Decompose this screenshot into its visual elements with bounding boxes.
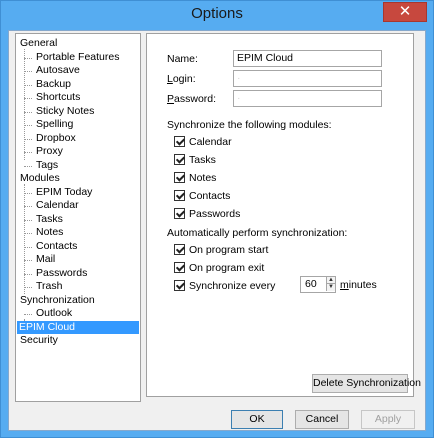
tree-item-backup[interactable]: Backup xyxy=(34,78,73,91)
tree-item-proxy[interactable]: Proxy xyxy=(34,145,65,158)
tree-item-tags[interactable]: Tags xyxy=(34,159,60,172)
tree-item-calendar[interactable]: Calendar xyxy=(34,199,81,212)
tree-item-synchronization[interactable]: Synchronization xyxy=(18,294,97,307)
ok-button[interactable]: OK xyxy=(231,410,283,429)
title-bar[interactable]: Options ✕ xyxy=(1,1,433,29)
tree-item-contacts[interactable]: Contacts xyxy=(34,240,79,253)
tree-branch-line xyxy=(24,287,32,288)
dialog-body: General Portable Features Autosave Backup Sh… xyxy=(8,30,426,431)
login-label: Login: xyxy=(167,73,196,85)
tree-branch-line xyxy=(24,84,32,86)
tree-item-outlook[interactable]: Outlook xyxy=(34,307,74,320)
cancel-button[interactable]: Cancel xyxy=(295,410,349,429)
checkbox-checked-icon xyxy=(174,172,185,183)
tree-item-passwords[interactable]: Passwords xyxy=(34,267,89,280)
tasks-checkbox[interactable]: Tasks xyxy=(174,154,216,167)
spin-up-button[interactable]: ▲ xyxy=(326,277,335,284)
tree-guide-line xyxy=(24,184,25,294)
tree-branch-line xyxy=(24,206,32,207)
modules-heading: Synchronize the following modules: xyxy=(167,119,332,131)
tree-item-epim-today[interactable]: EPIM Today xyxy=(34,186,94,199)
tree-branch-line xyxy=(24,219,32,221)
name-field[interactable]: EPIM Cloud xyxy=(233,50,382,67)
tree-item-epim-cloud[interactable]: EPIM Cloud xyxy=(17,320,139,334)
close-icon: ✕ xyxy=(398,3,412,20)
tree-branch-line xyxy=(24,125,32,126)
name-label: Name: xyxy=(167,53,198,65)
calendar-checkbox[interactable]: Calendar xyxy=(174,136,232,149)
arrow-down-icon: ▼ xyxy=(328,284,334,290)
login-field[interactable]: · xyxy=(233,70,382,87)
delete-synchronization-button[interactable]: Delete Synchronization xyxy=(312,374,421,393)
tree-guide-line xyxy=(24,49,25,160)
tree-branch-line xyxy=(24,98,32,99)
tree-branch-line xyxy=(24,273,32,275)
checkbox-checked-icon xyxy=(174,208,185,219)
checkbox-checked-icon xyxy=(174,280,185,291)
sync-on-start-checkbox[interactable]: On program start xyxy=(174,244,268,257)
checkbox-checked-icon xyxy=(174,262,185,273)
checkbox-checked-icon xyxy=(174,136,185,147)
tree-item-security[interactable]: Security xyxy=(18,334,60,347)
tree-item-dropbox[interactable]: Dropbox xyxy=(34,132,78,145)
apply-button[interactable]: Apply xyxy=(361,410,415,429)
close-button[interactable]: ✕ xyxy=(383,2,427,22)
tree-branch-line xyxy=(24,233,32,234)
tree-item-trash[interactable]: Trash xyxy=(34,280,64,293)
tree-branch-line xyxy=(24,192,32,194)
tree-branch-line xyxy=(24,111,32,113)
checkbox-checked-icon xyxy=(174,154,185,165)
tree-item-tasks[interactable]: Tasks xyxy=(34,213,65,226)
tree-branch-line xyxy=(24,260,32,261)
tree-item-sticky-notes[interactable]: Sticky Notes xyxy=(34,105,96,118)
sync-every-checkbox[interactable]: Synchronize every xyxy=(174,280,275,293)
tree-branch-line xyxy=(24,71,32,72)
auto-sync-heading: Automatically perform synchronization: xyxy=(167,227,348,239)
tree-item-mail[interactable]: Mail xyxy=(34,253,57,266)
tree-branch-line xyxy=(24,152,32,153)
window-title: Options xyxy=(191,5,243,22)
arrow-up-icon: ▲ xyxy=(328,277,334,283)
interval-stepper[interactable]: 60 ▲ ▼ xyxy=(300,276,336,293)
notes-checkbox[interactable]: Notes xyxy=(174,172,216,185)
tree-branch-line xyxy=(24,57,32,59)
tree-item-shortcuts[interactable]: Shortcuts xyxy=(34,91,82,104)
checkbox-checked-icon xyxy=(174,244,185,255)
spin-down-button[interactable]: ▼ xyxy=(326,284,335,291)
passwords-checkbox[interactable]: Passwords xyxy=(174,208,240,221)
tree-branch-line xyxy=(24,165,32,167)
tree-item-portable-features[interactable]: Portable Features xyxy=(34,51,121,64)
tree-item-autosave[interactable]: Autosave xyxy=(34,64,82,77)
password-label: Password: xyxy=(167,93,217,105)
tree-branch-line xyxy=(24,246,32,248)
checkbox-checked-icon xyxy=(174,190,185,201)
settings-panel: Name: EPIM Cloud Login: · Password: · Sy… xyxy=(146,33,421,397)
interval-value: 60 xyxy=(305,278,317,290)
password-field[interactable]: · xyxy=(233,90,382,107)
sync-on-exit-checkbox[interactable]: On program exit xyxy=(174,262,264,275)
tree-branch-line xyxy=(24,314,32,315)
contacts-checkbox[interactable]: Contacts xyxy=(174,190,230,203)
tree-branch-line xyxy=(24,138,32,140)
tree-item-modules[interactable]: Modules xyxy=(18,172,62,185)
tree-item-notes[interactable]: Notes xyxy=(34,226,65,239)
tree-item-spelling[interactable]: Spelling xyxy=(34,118,75,131)
options-window: Options ✕ General Portable Features Autosa… xyxy=(0,0,434,438)
options-tree[interactable]: General Portable Features Autosave Backup Sh… xyxy=(15,33,141,402)
minutes-label: minutes xyxy=(340,279,377,291)
tree-item-general[interactable]: General xyxy=(18,37,59,50)
